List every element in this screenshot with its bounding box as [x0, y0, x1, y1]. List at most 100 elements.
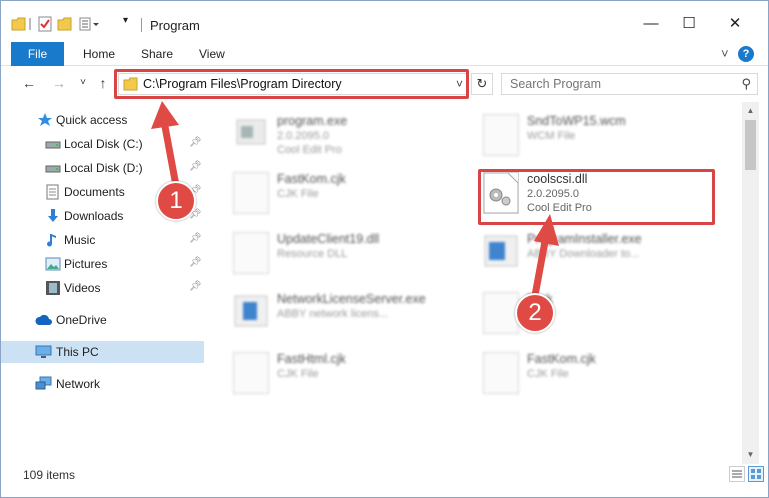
pin-icon[interactable]: 📌︎ [189, 257, 202, 268]
details-view-icon[interactable] [729, 466, 745, 482]
file-name: FastKom.cjk [277, 172, 346, 186]
file-name: NetworkLicenseServer.exe [277, 292, 426, 306]
step-2-badge: 2 [515, 293, 555, 333]
pin-icon[interactable]: 📌︎ [189, 137, 202, 148]
refresh-button[interactable]: ↻ [471, 73, 493, 95]
file-item[interactable]: program.exe 2.0.2095.0 Cool Edit Pro [223, 108, 463, 164]
explorer-window: ▾ Program — ☐ ✕ File Home Share View ˅ ?… [0, 0, 769, 498]
cloud-icon [35, 312, 52, 328]
scroll-thumb[interactable] [745, 120, 756, 170]
file-type: ABBY network licens... [277, 308, 389, 320]
sidebar-item-label: This PC [56, 345, 99, 359]
navigation-pane: Quick access Local Disk (C:) 📌︎ Local Di… [1, 102, 211, 464]
file-type: WCM File [527, 130, 576, 142]
file-item[interactable]: NetworkLicenseServer.exe ABBY network li… [223, 286, 463, 342]
sidebar-item-label: Pictures [64, 257, 108, 271]
sidebar-item-label: Documents [64, 185, 125, 199]
title-separator [141, 18, 142, 32]
sidebar-item-label: Videos [64, 281, 101, 295]
file-item[interactable]: SndToWP15.wcm WCM File [473, 108, 713, 164]
sidebar-item-network[interactable]: Network [1, 373, 204, 395]
sidebar-item-label: Network [56, 377, 101, 391]
quick-access-dropdown-icon[interactable]: ▾ [123, 15, 139, 31]
sidebar-item-local-disk-c[interactable]: Local Disk (C:) 📌︎ [1, 133, 204, 155]
star-icon [37, 112, 53, 128]
vertical-scrollbar[interactable]: ▲ ▼ [742, 102, 759, 464]
file-type: Resource DLL [277, 248, 348, 260]
drive-icon [45, 160, 61, 176]
sidebar-item-quick-access[interactable]: Quick access [1, 109, 204, 131]
sidebar-item-music[interactable]: Music 📌︎ [1, 229, 204, 251]
search-icon[interactable]: ⚲ [741, 76, 751, 92]
file-type: CJK File [277, 368, 319, 380]
address-highlight-box [114, 69, 469, 99]
file-item[interactable]: ProgramInstaller.exe ABBY Downloader to.… [473, 226, 713, 282]
properties-icon[interactable] [37, 16, 53, 32]
file-type: ABBY Downloader to... [527, 248, 640, 260]
sidebar-item-videos[interactable]: Videos 📌︎ [1, 277, 204, 299]
search-box[interactable]: ⚲ [501, 73, 758, 95]
forward-button[interactable]: → [51, 75, 67, 91]
music-icon [45, 232, 61, 248]
file-name: program.exe [277, 114, 348, 128]
search-input[interactable] [510, 76, 730, 92]
tab-home[interactable]: Home [71, 42, 127, 66]
help-icon[interactable]: ? [738, 46, 754, 62]
file-item[interactable]: UpdateClient19.dll Resource DLL [223, 226, 463, 282]
window-title: Program [150, 18, 200, 33]
computer-icon [35, 344, 52, 360]
pictures-icon [45, 256, 61, 272]
tab-view[interactable]: View [187, 42, 237, 66]
dll-file-icon [233, 232, 269, 274]
pin-icon[interactable]: 📌︎ [189, 161, 202, 172]
recent-locations-button[interactable]: ˅ [75, 75, 91, 91]
sidebar-item-pictures[interactable]: Pictures 📌︎ [1, 253, 204, 275]
sidebar-item-label: Quick access [56, 113, 128, 127]
tab-share[interactable]: Share [129, 42, 185, 66]
expand-ribbon-icon[interactable]: ˅ [709, 42, 741, 66]
close-button[interactable]: ✕ [715, 11, 755, 37]
file-icon [483, 292, 519, 334]
folder-icon[interactable] [11, 16, 27, 32]
toolbar-separator [29, 18, 31, 30]
file-list: program.exe 2.0.2095.0 Cool Edit Pro Snd… [211, 102, 741, 464]
sidebar-item-onedrive[interactable]: OneDrive [1, 309, 204, 331]
status-bar: 109 items [1, 464, 768, 497]
pin-icon[interactable]: 📌︎ [189, 281, 202, 292]
file-item[interactable]: FastHtml.cjk CJK File [223, 346, 463, 402]
file-item[interactable]: FastKom.cjk CJK File [473, 346, 713, 402]
customize-toolbar-icon[interactable] [79, 16, 99, 32]
scroll-down-arrow-icon[interactable]: ▼ [742, 448, 759, 462]
tab-file[interactable]: File [11, 42, 64, 66]
sidebar-item-label: Music [64, 233, 96, 247]
ribbon-tabs: File Home Share View ˅ ? [1, 42, 768, 66]
file-name: FastHtml.cjk [277, 352, 346, 366]
scroll-up-arrow-icon[interactable]: ▲ [742, 104, 759, 118]
pin-icon[interactable]: 📌︎ [189, 233, 202, 244]
sidebar-item-this-pc[interactable]: This PC [1, 341, 204, 363]
file-type: CJK File [277, 188, 319, 200]
installer-icon [483, 232, 519, 274]
minimize-button[interactable]: — [631, 11, 671, 37]
sidebar-item-label: OneDrive [56, 313, 107, 327]
documents-icon [45, 184, 61, 200]
server-exe-icon [233, 292, 269, 334]
drive-icon [45, 136, 61, 152]
maximize-button[interactable]: ☐ [669, 11, 709, 37]
sidebar-item-local-disk-d[interactable]: Local Disk (D:) 📌︎ [1, 157, 204, 179]
file-item[interactable]: FastKom.cjk CJK File [223, 166, 463, 222]
file-description: Cool Edit Pro [277, 144, 342, 156]
back-button[interactable]: ← [21, 75, 37, 91]
title-bar: ▾ Program — ☐ ✕ [1, 1, 768, 41]
exe-file-icon [233, 114, 269, 156]
up-button[interactable]: ↑ [95, 75, 111, 91]
sidebar-item-label: Downloads [64, 209, 124, 223]
file-type: CJK File [527, 368, 569, 380]
file-item[interactable]: Task File [473, 286, 713, 342]
file-icon [483, 114, 519, 156]
new-folder-icon[interactable] [57, 16, 73, 32]
file-icon [233, 352, 269, 394]
tiles-view-icon[interactable] [748, 466, 764, 482]
file-name: FastKom.cjk [527, 352, 596, 366]
download-icon [45, 208, 61, 224]
